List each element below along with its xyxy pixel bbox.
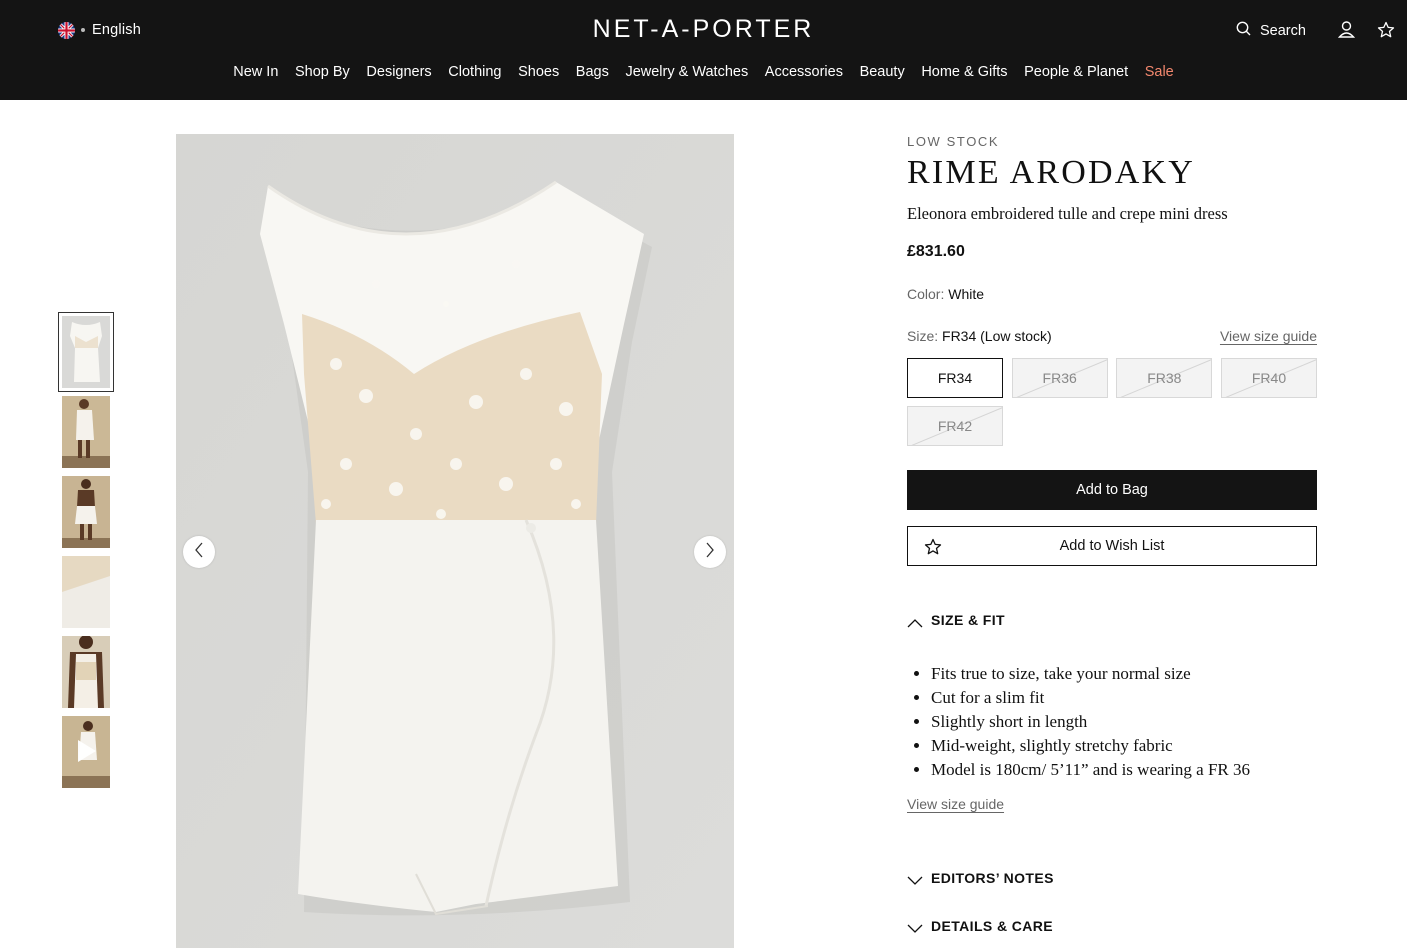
search-button[interactable]: Search [1236,21,1306,41]
thumbnail-video[interactable] [62,716,110,788]
nav-people-planet[interactable]: People & Planet [1016,64,1137,80]
chevron-right-icon [705,542,715,563]
product-main-image[interactable] [176,134,734,948]
size-label: Size: [907,328,939,344]
nav-shoes[interactable]: Shoes [510,64,568,80]
thumbnail-gallery [58,312,114,796]
site-header: English NET-A-PORTER Search New In Shop … [0,0,1407,100]
color-value: White [948,286,985,302]
chevron-down-icon [907,921,923,933]
size-option-fr36[interactable]: FR36 [1011,358,1108,398]
list-item: Fits true to size, take your normal size [931,662,1250,686]
thumbnail-detail-closeup[interactable] [62,556,110,628]
nav-shop-by[interactable]: Shop By [287,64,358,80]
chevron-down-icon [907,873,923,885]
thumbnail-model-back[interactable] [62,476,110,548]
size-row: Size: FR34 (Low stock) View size guide [907,328,1317,344]
nav-new-in[interactable]: New In [225,64,287,80]
product-name: Eleonora embroidered tulle and crepe min… [907,204,1228,223]
thumbnail-model-closeup[interactable] [62,636,110,708]
color-row: Color: White [907,286,984,302]
add-to-wishlist-label: Add to Wish List [1059,538,1165,554]
thumbnail-model-front[interactable] [62,396,110,468]
nav-jewelry-watches[interactable]: Jewelry & Watches [617,64,756,80]
nav-designers[interactable]: Designers [358,64,440,80]
size-option-fr40[interactable]: FR40 [1221,358,1317,398]
star-icon [924,538,942,556]
product-price: £831.60 [907,243,965,260]
site-logo[interactable]: NET-A-PORTER [0,15,1407,44]
accordion-title: EDITORS’ NOTES [931,870,1054,886]
add-to-wishlist-button[interactable]: Add to Wish List [907,526,1317,566]
chevron-up-icon [907,615,923,628]
size-fit-list: Fits true to size, take your normal size… [931,662,1250,782]
search-icon [1236,21,1251,41]
size-option-label: FR40 [1251,370,1287,386]
nav-accessories[interactable]: Accessories [757,64,852,80]
list-item: Mid-weight, slightly stretchy fabric [931,734,1250,758]
size-guide-link[interactable]: View size guide [1220,328,1317,344]
nav-bags[interactable]: Bags [568,64,618,80]
size-option-label: FR38 [1147,370,1182,386]
search-label: Search [1260,23,1306,39]
accordion-editors-notes[interactable]: EDITORS’ NOTES [907,870,1054,886]
size-option-fr42[interactable]: FR42 [907,406,1003,446]
list-item: Model is 180cm/ 5’11” and is wearing a F… [931,758,1250,782]
nav-sale[interactable]: Sale [1136,64,1182,80]
previous-image-button[interactable] [183,536,215,568]
chevron-left-icon [194,542,204,563]
nav-clothing[interactable]: Clothing [440,64,510,80]
accordion-size-fit[interactable]: SIZE & FIT [907,612,1005,628]
thumbnail-product-front[interactable] [58,312,114,392]
size-option-label: FR42 [937,418,973,434]
list-item: Cut for a slim fit [931,686,1250,710]
add-to-bag-label: Add to Bag [1076,482,1148,498]
size-guide-link-secondary[interactable]: View size guide [907,796,1004,812]
account-icon[interactable] [1337,21,1356,39]
list-item: Slightly short in length [931,710,1250,734]
designer-name[interactable]: RIME ARODAKY [907,154,1195,192]
nav-home-gifts[interactable]: Home & Gifts [913,64,1016,80]
next-image-button[interactable] [694,536,726,568]
stock-badge: LOW STOCK [907,134,1000,149]
size-value: FR34 (Low stock) [942,328,1052,344]
accordion-details-care[interactable]: DETAILS & CARE [907,918,1053,934]
size-option-fr38[interactable]: FR38 [1116,358,1213,398]
accordion-title: SIZE & FIT [931,612,1005,628]
wishlist-star-icon[interactable] [1377,21,1395,39]
main-navigation: New In Shop By Designers Clothing Shoes … [0,64,1407,80]
color-label: Color: [907,286,945,302]
size-option-label: FR34 [937,370,973,386]
accordion-title: DETAILS & CARE [931,918,1054,934]
size-option-label: FR36 [1042,370,1077,386]
add-to-bag-button[interactable]: Add to Bag [907,470,1317,510]
nav-beauty[interactable]: Beauty [851,64,913,80]
size-option-fr34[interactable]: FR34 [907,358,1003,398]
